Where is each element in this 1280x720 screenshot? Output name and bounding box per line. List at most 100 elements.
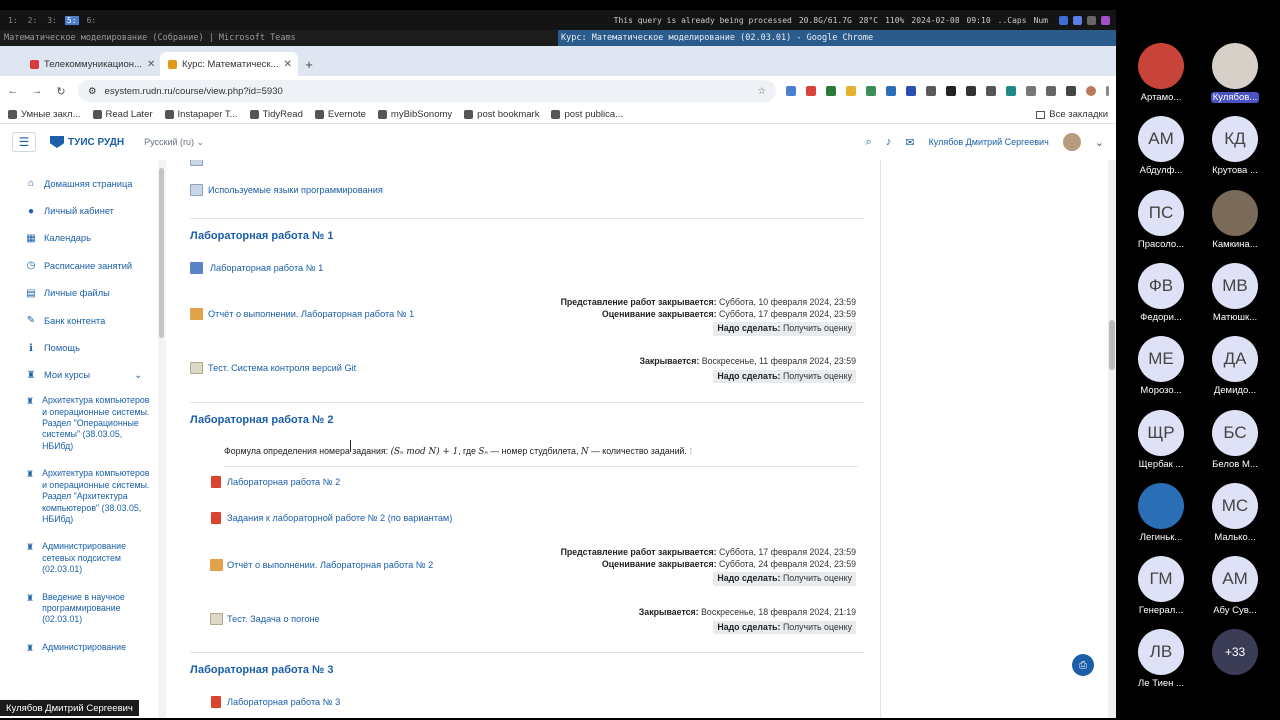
new-tab-icon[interactable]: + <box>298 52 320 76</box>
participant-tile[interactable]: ФВ Федори... <box>1124 262 1198 323</box>
participant-tile[interactable]: БС Белов М... <box>1198 409 1272 470</box>
forward-icon[interactable]: → <box>30 85 44 97</box>
participant-tile[interactable]: МВ Матюшк... <box>1198 262 1272 323</box>
extension-icon[interactable] <box>826 86 836 96</box>
extension-icon[interactable] <box>866 86 876 96</box>
activity-file[interactable]: Лабораторная работа № 3 <box>190 696 858 710</box>
sidebar-course[interactable]: ♜ Введение в научное программирование (02… <box>0 586 158 636</box>
bookmark[interactable]: post bookmark <box>464 109 539 120</box>
sidebar-item-dashboard[interactable]: ● Личный кабинет <box>0 197 158 224</box>
sidebar-course[interactable]: ♜ Администрирование сетевых подсистем (02… <box>0 535 158 585</box>
sidebar-item-schedule[interactable]: ◷ Расписание занятий <box>0 252 158 279</box>
extension-icon[interactable] <box>966 86 976 96</box>
workspace-switcher[interactable]: 1: 2: 3: 5: 6: <box>6 15 98 25</box>
bookmark[interactable]: myBibSonomy <box>377 109 452 120</box>
participant-avatar[interactable]: ПС <box>1138 189 1184 236</box>
sidebar-course[interactable]: ♜ Администрирование <box>0 636 158 665</box>
extension-icon[interactable] <box>906 86 916 96</box>
sidebar-item-content-bank[interactable]: ✎ Банк контента <box>0 307 158 334</box>
chrome-window-title[interactable]: Курс: Математическое моделирование (02.0… <box>558 30 1116 46</box>
activity-file[interactable]: Лабораторная работа № 2 <box>190 476 858 490</box>
participant-tile[interactable]: ЩР Щербак ... <box>1124 409 1198 470</box>
workspace-1[interactable]: 1: <box>6 16 20 25</box>
participant-avatar[interactable] <box>1212 43 1258 89</box>
participant-tile[interactable]: ЛВ Ле Тиен ... <box>1124 629 1198 689</box>
activity-link[interactable]: Лабораторная работа № 2 <box>227 477 340 487</box>
participant-tile[interactable]: АМ Абу Сув... <box>1198 556 1272 616</box>
participant-tile[interactable]: МЕ Морозо... <box>1124 336 1198 396</box>
activity-link[interactable]: Тест. Система контроля версий Git <box>208 363 356 373</box>
participant-avatar[interactable] <box>1138 43 1184 89</box>
bookmark-folder[interactable]: Умные закл... <box>8 109 81 120</box>
participant-avatar[interactable]: МС <box>1212 482 1258 529</box>
activity-link[interactable]: Отчёт о выполнении. Лабораторная работа … <box>227 560 433 570</box>
participant-tile[interactable]: ПС Прасоло... <box>1124 189 1198 250</box>
network-tray-icon[interactable] <box>1087 15 1096 25</box>
participant-tile[interactable]: Артамо... <box>1124 43 1198 103</box>
address-bar[interactable]: ⚙ esystem.rudn.ru/course/view.php?id=593… <box>78 80 776 102</box>
participant-avatar[interactable]: КД <box>1212 116 1258 163</box>
sidebar-scrollbar-thumb[interactable] <box>159 168 164 338</box>
teams-tray-icon[interactable] <box>1101 15 1110 25</box>
activity-page[interactable]: Используемые языки программирования <box>190 184 858 198</box>
sidebar-item-files[interactable]: ▤ Личные файлы <box>0 280 158 307</box>
notifications-bell-icon[interactable]: ♪ <box>886 136 892 148</box>
participant-avatar[interactable]: АМ <box>1138 116 1184 163</box>
workspace-3[interactable]: 3: <box>45 16 59 25</box>
print-button-icon[interactable]: ⎙ <box>1072 654 1094 676</box>
extension-icon[interactable] <box>1006 86 1016 96</box>
section-title[interactable]: Лабораторная работа № 3 <box>190 664 333 676</box>
language-selector[interactable]: Русский (ru) ⌄ <box>144 137 204 148</box>
reading-list-icon[interactable] <box>1046 86 1056 96</box>
extension-icon[interactable] <box>806 86 816 96</box>
sidebar-item-home[interactable]: ⌂ Домашняя страница <box>0 170 158 197</box>
user-avatar[interactable] <box>1062 133 1081 151</box>
menu-toggle-icon[interactable]: ☰ <box>12 132 36 152</box>
section-title[interactable]: Лабораторная работа № 2 <box>190 414 333 426</box>
sidebar-course[interactable]: ♜ Архитектура компьютеров и операционные … <box>0 462 158 535</box>
sidebar-item-my-courses[interactable]: ♜ Мои курсы ⌄ <box>0 362 158 389</box>
search-icon[interactable]: ⌕ <box>866 136 872 149</box>
hp-tray-icon[interactable] <box>1059 15 1068 25</box>
bookmark[interactable]: TidyRead <box>249 109 303 120</box>
all-bookmarks[interactable]: Все закладки <box>1036 109 1108 120</box>
participant-tile[interactable]: АМ Абдулф... <box>1124 116 1198 176</box>
participant-avatar[interactable] <box>1212 189 1258 236</box>
bookmark[interactable]: Read Later <box>92 109 153 120</box>
participant-avatar[interactable]: АМ <box>1212 556 1258 603</box>
back-icon[interactable]: ← <box>6 85 20 97</box>
page-scrollbar-thumb[interactable] <box>1109 320 1115 370</box>
bookmark-star-icon[interactable]: ☆ <box>757 86 766 97</box>
sidebar-item-calendar[interactable]: ▦ Календарь <box>0 225 158 252</box>
participant-tile[interactable]: Камкина... <box>1198 189 1272 250</box>
workspace-2[interactable]: 2: <box>26 16 40 25</box>
chrome-menu-icon[interactable] <box>1106 86 1109 96</box>
browser-tab-active[interactable]: Курс: Математическ... ✕ <box>160 52 298 76</box>
extension-icon[interactable] <box>946 86 956 96</box>
participant-tile[interactable]: +33 <box>1198 629 1272 676</box>
site-logo[interactable]: ТУИС РУДН <box>50 136 124 148</box>
participant-avatar[interactable]: ДА <box>1212 336 1258 383</box>
activity-link[interactable]: Тест. Задача о погоне <box>227 614 320 624</box>
participant-tile[interactable]: ДА Демидо... <box>1198 336 1272 396</box>
site-info-icon[interactable]: ⚙ <box>88 86 97 97</box>
participant-avatar[interactable]: МВ <box>1212 262 1258 309</box>
url-text[interactable]: esystem.rudn.ru/course/view.php?id=5930 <box>105 86 283 97</box>
chevron-down-icon[interactable]: ⌄ <box>134 370 142 381</box>
activity-link[interactable]: Лабораторная работа № 1 <box>210 263 323 273</box>
participant-avatar[interactable]: БС <box>1212 409 1258 456</box>
more-participants-button[interactable]: +33 <box>1212 629 1258 676</box>
messages-icon[interactable]: ✉ <box>905 136 914 149</box>
tab-close-icon[interactable]: ✕ <box>283 59 291 70</box>
section-title[interactable]: Лабораторная работа № 1 <box>190 230 333 242</box>
participant-tile[interactable]: МС Малько... <box>1198 482 1272 543</box>
activity-link[interactable]: Используемые языки программирования <box>208 185 383 195</box>
extension-icon[interactable] <box>986 86 996 96</box>
activity-folder[interactable]: Лабораторная работа № 1 <box>190 262 858 276</box>
bookmark[interactable]: post publica... <box>551 109 623 120</box>
participant-tile[interactable]: КД Крутова ... <box>1198 116 1272 176</box>
page-scrollbar[interactable] <box>1108 160 1116 718</box>
activity-link[interactable]: Лабораторная работа № 3 <box>227 697 340 707</box>
user-name[interactable]: Кулябов Дмитрий Сергеевич <box>929 137 1049 147</box>
browser-tab[interactable]: Телекоммуникацион... ✕ <box>22 52 160 76</box>
